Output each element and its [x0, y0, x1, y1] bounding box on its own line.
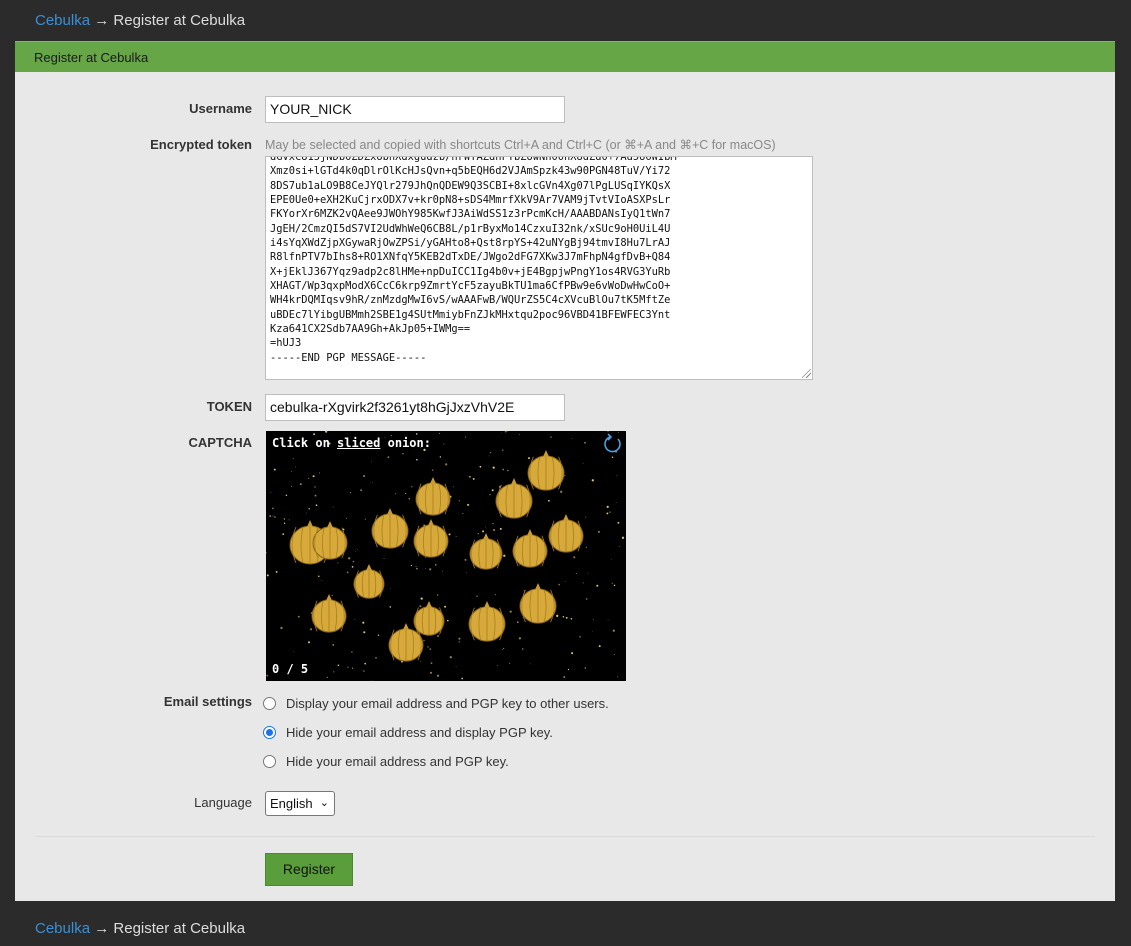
- radio-hide-all[interactable]: [263, 755, 276, 768]
- language-label: Language: [194, 795, 252, 810]
- captcha-label: CAPTCHA: [188, 435, 252, 450]
- register-panel: Register at Cebulka Username YOUR_NICK E…: [15, 41, 1115, 901]
- onion-icon[interactable]: [415, 477, 451, 516]
- resize-handle-icon[interactable]: [802, 369, 811, 378]
- refresh-icon[interactable]: [602, 433, 624, 455]
- breadcrumb-arrow: →: [94, 12, 110, 29]
- radio-hide-email[interactable]: [263, 726, 276, 739]
- username-label: Username: [189, 101, 252, 116]
- breadcrumb-site-link[interactable]: Cebulka: [35, 920, 90, 937]
- encrypted-token-text: dGVxC815jNDb0ZDZxobhXdxgudzb/nrWYAZdhFTb…: [270, 156, 677, 364]
- email-option-label: Hide your email address and display PGP …: [286, 725, 553, 740]
- language-select[interactable]: English ⌄: [265, 791, 335, 816]
- divider: [35, 836, 1095, 837]
- captcha-prompt: Click on sliced onion:: [272, 436, 431, 450]
- captcha-image[interactable]: Click on sliced onion: 0 / 5: [266, 431, 626, 681]
- onion-icon[interactable]: [469, 533, 503, 570]
- email-option-label: Hide your email address and PGP key.: [286, 754, 509, 769]
- onion-icon[interactable]: [495, 478, 533, 519]
- email-option-hide-email[interactable]: Hide your email address and display PGP …: [263, 725, 553, 740]
- onion-icon[interactable]: [371, 508, 409, 549]
- breadcrumb-page: Register at Cebulka: [113, 920, 246, 937]
- breadcrumb-top: Cebulka → Register at Cebulka: [35, 12, 245, 29]
- panel-title: Register at Cebulka: [15, 41, 1115, 72]
- breadcrumb-site-link[interactable]: Cebulka: [35, 12, 90, 29]
- captcha-onions[interactable]: [266, 431, 626, 681]
- email-settings-label: Email settings: [163, 694, 252, 709]
- email-option-label: Display your email address and PGP key t…: [286, 696, 609, 711]
- onion-icon[interactable]: [548, 514, 584, 553]
- captcha-counter: 0 / 5: [272, 662, 309, 676]
- onion-icon[interactable]: [527, 450, 565, 491]
- encrypted-token-label: Encrypted token: [150, 137, 252, 152]
- breadcrumb-arrow: →: [94, 920, 110, 937]
- onion-icon[interactable]: [512, 529, 548, 568]
- onion-icon[interactable]: [353, 564, 385, 599]
- username-input[interactable]: YOUR_NICK: [265, 96, 565, 123]
- onion-icon[interactable]: [312, 521, 348, 560]
- radio-display[interactable]: [263, 697, 276, 710]
- chevron-down-icon: ⌄: [319, 797, 329, 809]
- encrypted-token-textarea[interactable]: dGVxC815jNDb0ZDZxobhXdxgudzb/nrWYAZdhFTb…: [265, 156, 813, 380]
- token-input[interactable]: cebulka-rXgvirk2f3261yt8hGjJxzVhV2E: [265, 394, 565, 421]
- language-value: English: [270, 796, 313, 811]
- onion-icon[interactable]: [468, 601, 506, 642]
- register-button[interactable]: Register: [265, 853, 353, 886]
- token-hint: May be selected and copied with shortcut…: [265, 138, 776, 152]
- onion-icon[interactable]: [311, 594, 347, 633]
- onion-icon[interactable]: [413, 519, 449, 558]
- email-option-display[interactable]: Display your email address and PGP key t…: [263, 696, 609, 711]
- breadcrumb-bottom: Cebulka → Register at Cebulka: [35, 920, 245, 937]
- breadcrumb-page: Register at Cebulka: [113, 12, 246, 29]
- token-label: TOKEN: [206, 399, 252, 414]
- email-option-hide-all[interactable]: Hide your email address and PGP key.: [263, 754, 509, 769]
- onion-icon[interactable]: [519, 583, 557, 624]
